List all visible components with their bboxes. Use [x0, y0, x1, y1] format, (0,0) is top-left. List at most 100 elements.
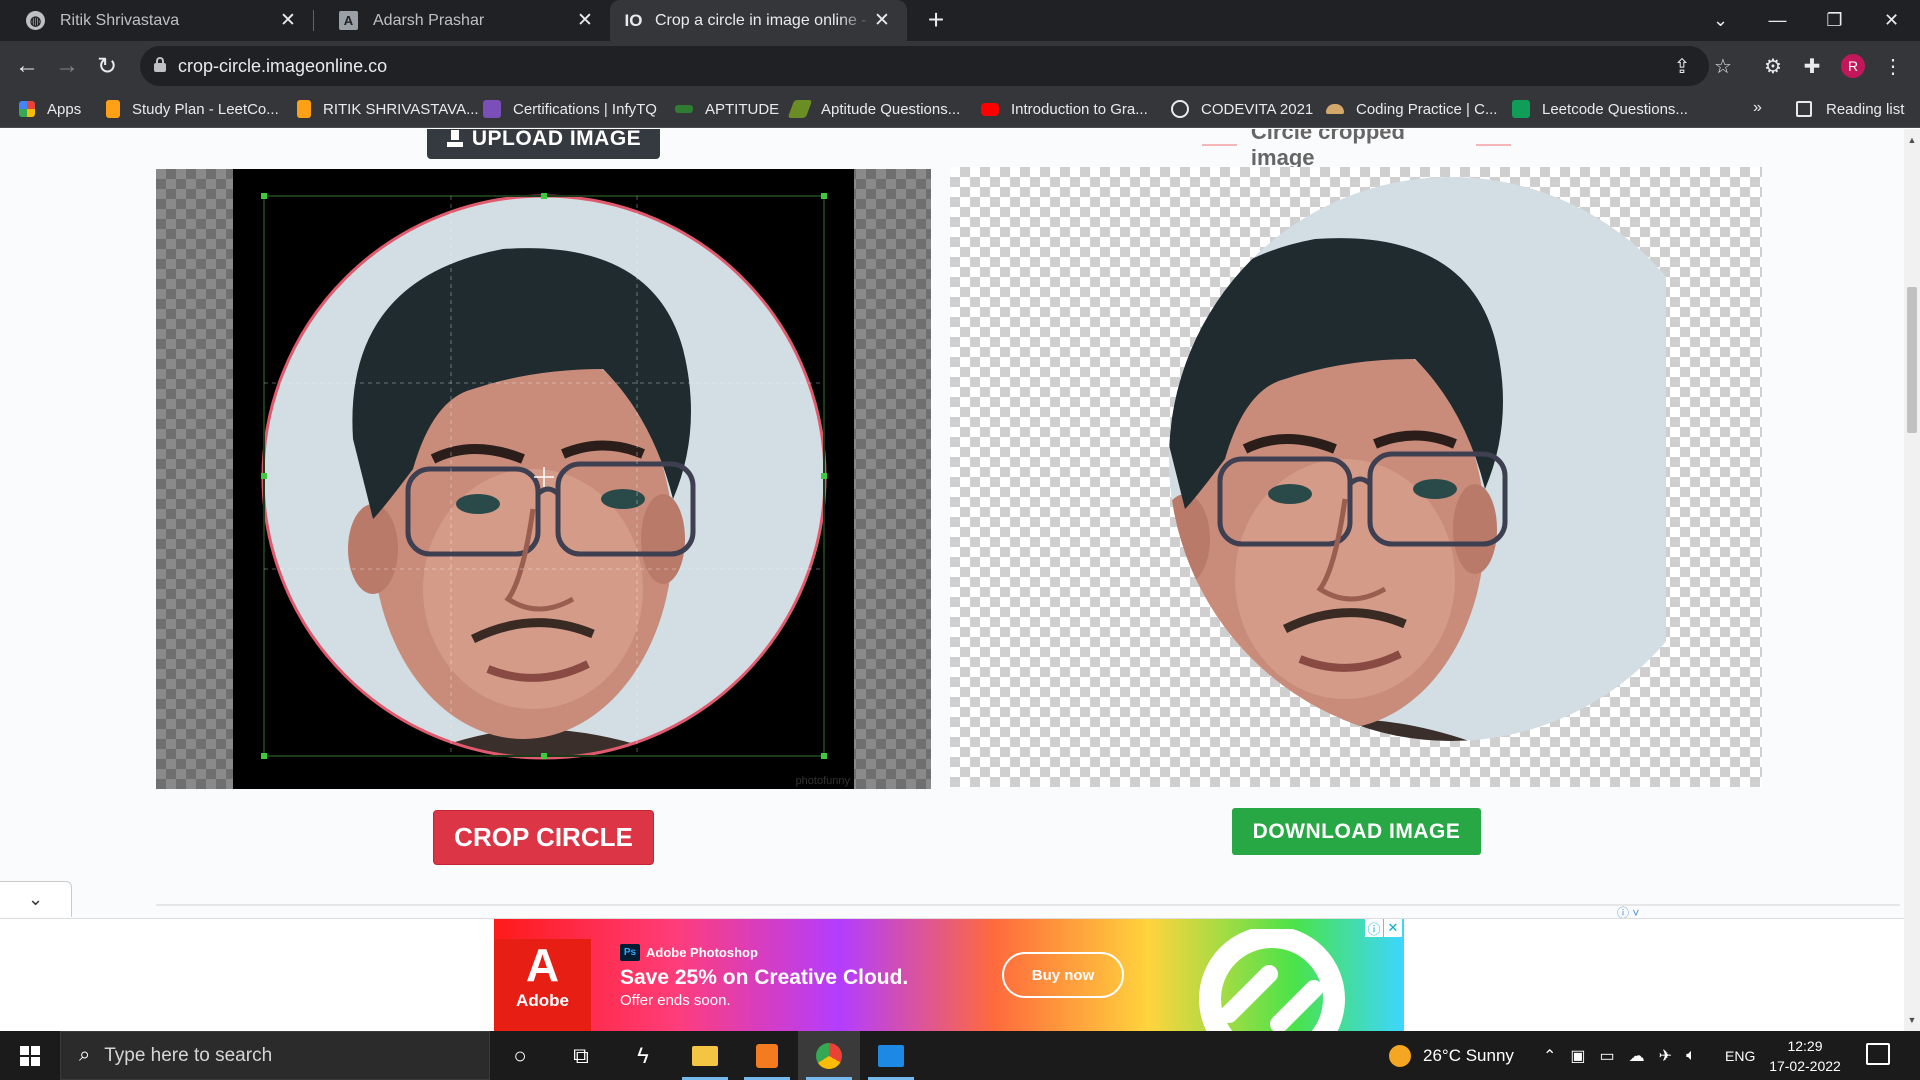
language-indicator[interactable]: ENG	[1725, 1031, 1755, 1080]
upload-image-button[interactable]: UPLOAD IMAGE	[427, 129, 660, 159]
tab-title: Adarsh Prashar	[373, 11, 485, 29]
crop-editor[interactable]: photofunny	[156, 169, 931, 789]
reading-list-icon	[1796, 101, 1812, 117]
ad-headline: Save 25% on Creative Cloud.	[620, 966, 909, 989]
close-window-icon[interactable]: ✕	[1863, 0, 1920, 41]
media-app-icon[interactable]	[860, 1031, 922, 1080]
bookmark-label: Certifications | InfyTQ	[513, 100, 657, 118]
cortana-icon[interactable]: ○	[489, 1031, 551, 1080]
cropped-result	[950, 167, 1762, 787]
forward-icon[interactable]: →	[51, 50, 83, 82]
photoshop-icon: Ps	[620, 944, 640, 961]
share-icon[interactable]: ⇪	[1670, 54, 1694, 78]
bookmark-apps[interactable]: Apps	[19, 90, 81, 128]
restore-icon[interactable]: ❐	[1806, 0, 1863, 41]
chrome-icon[interactable]	[798, 1031, 860, 1080]
airplane-mode-icon[interactable]: ✈	[1659, 1046, 1672, 1066]
weather-widget[interactable]: 26°C Sunny	[1389, 1031, 1514, 1080]
back-icon[interactable]: ←	[11, 50, 43, 82]
codechef-icon	[1326, 104, 1344, 114]
aptitude-icon	[675, 105, 693, 113]
reading-list-label: Reading list	[1826, 100, 1905, 118]
bookmark-label: Coding Practice | C...	[1356, 100, 1498, 118]
bookmark-star-icon[interactable]: ☆	[1707, 50, 1739, 82]
collapse-ad-button[interactable]: ⌄	[0, 881, 72, 917]
ad-info-icon[interactable]: ⓘ	[1365, 919, 1383, 937]
bookmark-infytq[interactable]: Certifications | InfyTQ	[483, 90, 657, 128]
indiabix-icon	[787, 100, 813, 118]
bookmark-aptitude[interactable]: APTITUDE	[675, 90, 779, 128]
clock-time: 12:29	[1787, 1038, 1823, 1054]
start-button[interactable]	[0, 1031, 60, 1080]
battery-icon[interactable]: ▭	[1600, 1046, 1615, 1066]
page-scrollbar[interactable]: ▲ ▼	[1904, 129, 1920, 1031]
adobe-banner-ad[interactable]: A Adobe Ps Adobe Photoshop Save 25% on C…	[494, 919, 1404, 1031]
extension-gear-icon[interactable]: ⚙	[1757, 50, 1789, 82]
bookmark-study-plan[interactable]: Study Plan - LeetCo...	[106, 90, 279, 128]
browser-tab-strip: ◍ Ritik Shrivastava ✕ A Adarsh Prashar ✕…	[0, 0, 1920, 41]
extensions-puzzle-icon[interactable]: ✚	[1796, 50, 1828, 82]
clock-date: 17-02-2022	[1769, 1058, 1841, 1074]
bookmark-leetcode-questions[interactable]: Leetcode Questions...	[1512, 90, 1688, 128]
url-text[interactable]: crop-circle.imageonline.co	[178, 56, 387, 77]
bookmark-coding-practice[interactable]: Coding Practice | C...	[1326, 90, 1497, 128]
ad-choices[interactable]: ⓘ ✕	[1364, 919, 1402, 937]
sun-icon	[1389, 1044, 1411, 1067]
bookmark-ritik[interactable]: RITIK SHRIVASTAVA...	[297, 90, 479, 128]
lock-icon[interactable]	[154, 57, 166, 72]
sublime-text-icon[interactable]	[736, 1031, 798, 1080]
buy-now-button[interactable]: Buy now	[1002, 952, 1124, 998]
youtube-icon	[981, 102, 999, 116]
tab-ritik-shrivastava[interactable]: ◍ Ritik Shrivastava ✕	[0, 0, 314, 41]
leetcode-icon	[106, 100, 120, 118]
new-tab-button[interactable]: +	[921, 6, 951, 36]
cropped-photo-svg	[1169, 177, 1666, 741]
ad-subline: Offer ends soon.	[620, 992, 731, 1009]
bookmark-label: Apps	[47, 100, 82, 118]
bookmark-label: Aptitude Questions...	[821, 100, 961, 118]
scroll-down-icon[interactable]: ▼	[1907, 1015, 1917, 1025]
clock[interactable]: 12:29 17-02-2022	[1760, 1036, 1850, 1076]
web-page: UPLOAD IMAGE photofunny Circle cropped i…	[0, 129, 1904, 1031]
tab-search-icon[interactable]: ⌄	[1692, 0, 1749, 41]
apps-grid-icon	[19, 101, 35, 117]
leetcode-icon	[297, 100, 311, 118]
meet-now-icon[interactable]: ▣	[1570, 1046, 1585, 1066]
file-explorer-icon[interactable]	[674, 1031, 736, 1080]
tab-adarsh-prashar[interactable]: A Adarsh Prashar ✕	[313, 0, 610, 41]
reading-list-button[interactable]: Reading list	[1796, 90, 1904, 128]
tab-crop-circle[interactable]: IO Crop a circle in image online - free …	[610, 0, 907, 41]
volume-icon[interactable]: 🔈︎	[1686, 1047, 1696, 1065]
bookmark-codevita[interactable]: CODEVITA 2021	[1171, 90, 1313, 128]
download-image-button[interactable]: DOWNLOAD IMAGE	[1232, 808, 1481, 855]
ad-close-icon[interactable]: ✕	[1384, 919, 1402, 937]
source-photo-svg	[261, 193, 827, 760]
source-image: photofunny	[233, 169, 854, 789]
taskbar-search[interactable]: ⌕ Type here to search	[60, 1031, 490, 1080]
profile-avatar[interactable]: R	[1841, 54, 1865, 78]
app-lightning-icon[interactable]: ϟ	[612, 1031, 674, 1080]
bookmark-intro-graphs[interactable]: Introduction to Gra...	[981, 90, 1148, 128]
scroll-up-icon[interactable]: ▲	[1907, 135, 1917, 145]
ad-product: Ps Adobe Photoshop	[620, 944, 758, 961]
reload-icon[interactable]: ↻	[91, 50, 123, 82]
notification-icon[interactable]	[1866, 1043, 1890, 1065]
chevron-up-icon[interactable]: ⌃	[1543, 1046, 1556, 1066]
crop-circle-button[interactable]: CROP CIRCLE	[433, 810, 654, 865]
close-tab-icon[interactable]: ✕	[574, 10, 596, 32]
menu-icon[interactable]: ⋮	[1877, 50, 1909, 82]
close-tab-icon[interactable]: ✕	[277, 10, 299, 32]
minimize-icon[interactable]: —	[1749, 0, 1806, 41]
close-tab-icon[interactable]: ✕	[871, 10, 893, 32]
address-bar[interactable]: crop-circle.imageonline.co ⇪	[140, 46, 1709, 86]
onedrive-icon[interactable]: ☁	[1629, 1046, 1645, 1066]
more-bookmarks-icon[interactable]: »	[1753, 99, 1762, 117]
sheets-icon	[1512, 100, 1530, 118]
globe-icon	[1171, 100, 1189, 118]
task-view-icon[interactable]: ⧉	[550, 1031, 612, 1080]
tab-title: Ritik Shrivastava	[60, 11, 180, 29]
bookmark-aptitude-questions[interactable]: Aptitude Questions...	[787, 90, 961, 128]
bookmark-label: Introduction to Gra...	[1011, 100, 1148, 118]
scrollbar-thumb[interactable]	[1907, 287, 1917, 433]
windows-logo-icon	[20, 1045, 40, 1066]
